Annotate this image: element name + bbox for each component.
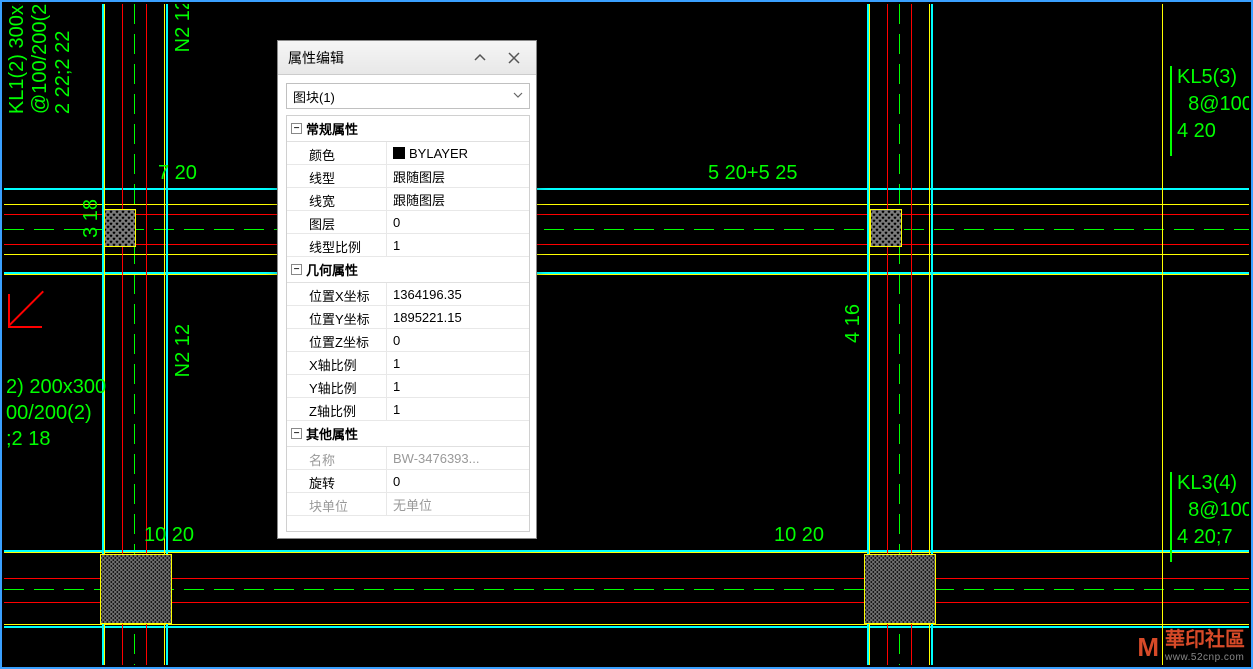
prop-row-scale-y[interactable]: Y轴比例1 [287,375,529,398]
label-7-20: 7 20 [158,162,197,185]
property-editor-panel: 属性编辑 图块(1) − 常规属性 颜色 BYLAYER [278,41,536,538]
prop-row-ltscale[interactable]: 线型比例1 [287,234,529,257]
collapse-icon[interactable] [470,48,490,68]
label-n2-12-b: N2 12 [172,324,195,377]
group-geometry[interactable]: − 几何属性 [287,257,529,283]
chevron-down-icon [513,90,523,103]
panel-header[interactable]: 属性编辑 [278,41,536,75]
prop-row-scale-x[interactable]: X轴比例1 [287,352,529,375]
prop-row-linetype[interactable]: 线型跟随图层 [287,165,529,188]
label-5-20-5-25: 5 20+5 25 [708,162,798,185]
watermark-logo-icon: M [1137,632,1159,663]
label-n2-12-a: N2 12 [172,4,195,52]
label-4-16: 4 16 [842,304,865,343]
minus-icon[interactable]: − [291,264,302,275]
prop-row-color[interactable]: 颜色 BYLAYER [287,142,529,165]
prop-row-unit[interactable]: 块单位无单位 [287,493,529,516]
prop-row-pos-x[interactable]: 位置X坐标1364196.35 [287,283,529,306]
label-left-block: 2) 200x300 00/200(2) ;2 18 [6,374,106,452]
label-10-20-b: 10 20 [774,524,824,547]
prop-row-lineweight[interactable]: 线宽跟随图层 [287,188,529,211]
label-kl1: KL1(2) 300x3 @100/200(2 2 22;2 22 [6,4,75,114]
cad-canvas[interactable]: KL1(2) 300x3 @100/200(2 2 22;2 22 N2 12 … [4,4,1249,665]
prop-row-name[interactable]: 名称BW-3476393... [287,447,529,470]
prop-row-scale-z[interactable]: Z轴比例1 [287,398,529,421]
panel-title: 属性编辑 [288,48,462,68]
watermark: M 華印社區 www.52cnp.com [1137,623,1245,663]
close-icon[interactable] [502,48,526,68]
color-swatch-icon [393,147,405,159]
property-grid[interactable]: − 常规属性 颜色 BYLAYER 线型跟随图层 线宽跟随图层 图层0 线型比例… [287,116,529,531]
minus-icon[interactable]: − [291,428,302,439]
label-3-18: 3 18 [80,199,103,238]
prop-row-pos-z[interactable]: 位置Z坐标0 [287,329,529,352]
label-kl3: KL3(4) 8@100 4 20;7 [1177,470,1249,551]
minus-icon[interactable]: − [291,123,302,134]
group-general[interactable]: − 常规属性 [287,116,529,142]
prop-row-rotation[interactable]: 旋转0 [287,470,529,493]
label-10-20-a: 10 20 [144,524,194,547]
entity-selector-value: 图块(1) [293,87,335,106]
group-other[interactable]: − 其他属性 [287,421,529,447]
prop-row-pos-y[interactable]: 位置Y坐标1895221.15 [287,306,529,329]
entity-selector[interactable]: 图块(1) [286,83,530,109]
label-kl5: KL5(3) 8@100 4 20 [1177,64,1249,145]
prop-row-layer[interactable]: 图层0 [287,211,529,234]
